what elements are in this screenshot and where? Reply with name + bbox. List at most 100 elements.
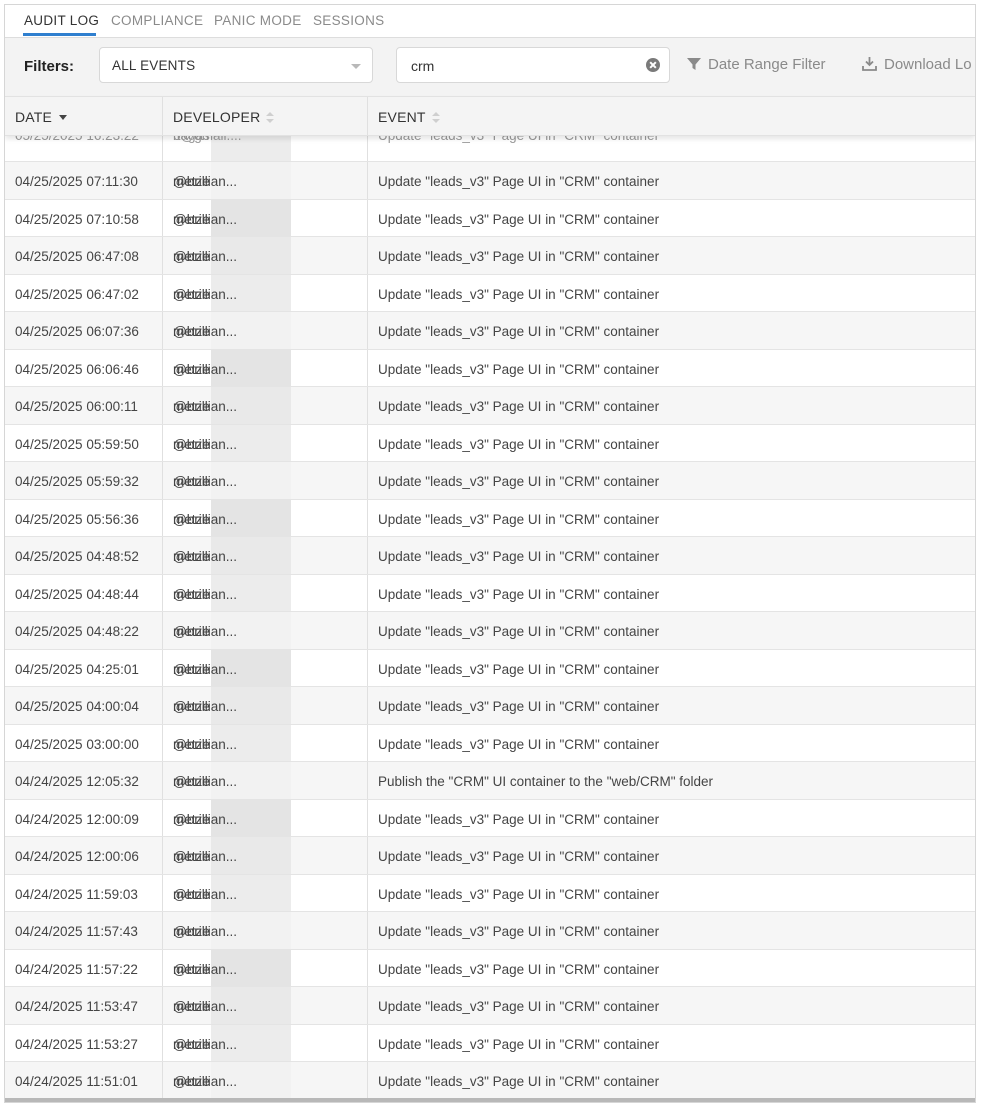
table-row[interactable]: 04/24/2025 11:57:22 metze @brillian... Upda… xyxy=(5,949,975,987)
event-cell: Update "leads_v3" Page UI in "CRM" conta… xyxy=(367,312,975,349)
event-text: Update "leads_v3" Page UI in "CRM" conta… xyxy=(378,286,660,302)
date-text: 04/25/2025 06:47:08 xyxy=(15,249,139,264)
table-row[interactable]: 04/25/2025 06:47:08 metze @brillian... Upda… xyxy=(5,237,975,275)
date-cell: 04/24/2025 11:57:22 xyxy=(5,950,162,987)
table-row[interactable]: 04/25/2025 04:48:44 metze @brillian... Upda… xyxy=(5,574,975,612)
table-body: 05/25/2025 16:23:22bagas.t@gmail....Upda… xyxy=(5,124,975,1100)
table-row[interactable]: 04/24/2025 11:57:43 metze @brillian... Upda… xyxy=(5,912,975,950)
table-row[interactable]: 04/24/2025 11:51:01 metze @brillian... Upda… xyxy=(5,1062,975,1100)
developer-cell: metze @brillian... xyxy=(162,724,367,761)
column-header-developer[interactable]: DEVELOPER xyxy=(162,97,367,135)
table-row[interactable]: 04/25/2025 05:59:32 metze @brillian... Upda… xyxy=(5,462,975,500)
developer-email-suffix: @brillian... xyxy=(173,511,237,527)
developer-cell: metze @brillian... xyxy=(162,462,367,499)
event-cell: Update "leads_v3" Page UI in "CRM" conta… xyxy=(367,349,975,386)
developer-cell: metze @brillian... xyxy=(162,424,367,461)
event-text: Update "leads_v3" Page UI in "CRM" conta… xyxy=(378,1074,660,1089)
table-row[interactable]: 04/25/2025 04:25:01 metze @brillian... Upda… xyxy=(5,649,975,687)
developer-email-suffix: @brillian... xyxy=(173,1074,237,1089)
table-row[interactable]: 04/25/2025 04:48:52 metze @brillian... Upda… xyxy=(5,537,975,575)
date-cell: 04/25/2025 04:48:22 xyxy=(5,612,162,649)
table-row[interactable]: 04/25/2025 04:48:22 metze @brillian... Upda… xyxy=(5,612,975,650)
table-row[interactable]: 04/24/2025 12:00:09 metze @brillian... Upda… xyxy=(5,799,975,837)
date-cell: 04/24/2025 11:53:47 xyxy=(5,987,162,1024)
event-text: Update "leads_v3" Page UI in "CRM" conta… xyxy=(378,361,660,377)
clear-search-icon[interactable] xyxy=(646,58,660,72)
search-input-value: crm xyxy=(411,58,435,74)
sort-icon xyxy=(266,112,275,123)
developer-email-suffix: @brillian... xyxy=(173,399,237,414)
event-text: Update "leads_v3" Page UI in "CRM" conta… xyxy=(378,249,660,264)
event-text: Update "leads_v3" Page UI in "CRM" conta… xyxy=(378,511,660,527)
table-row[interactable]: 04/24/2025 12:00:06 metze @brillian... Upda… xyxy=(5,837,975,875)
event-text: Update "leads_v3" Page UI in "CRM" conta… xyxy=(378,961,660,977)
date-text: 04/25/2025 07:11:30 xyxy=(15,174,138,189)
date-text: 04/25/2025 04:25:01 xyxy=(15,661,139,677)
event-cell: Update "leads_v3" Page UI in "CRM" conta… xyxy=(367,387,975,424)
developer-cell: metze @brillian... xyxy=(162,312,367,349)
download-log-button[interactable]: Download Lo xyxy=(862,56,972,73)
event-cell: Update "leads_v3" Page UI in "CRM" conta… xyxy=(367,612,975,649)
table-row[interactable]: 04/25/2025 06:47:02 metze @brillian... Upda… xyxy=(5,274,975,312)
event-text: Publish the "CRM" UI container to the "w… xyxy=(378,774,714,789)
developer-email-suffix: @brillian... xyxy=(173,586,237,602)
date-text: 04/24/2025 11:59:03 xyxy=(15,886,138,902)
event-text: Update "leads_v3" Page UI in "CRM" conta… xyxy=(378,811,660,827)
event-text: Update "leads_v3" Page UI in "CRM" conta… xyxy=(378,474,660,489)
table-row[interactable]: 04/25/2025 07:10:58 metze @brillian... Upda… xyxy=(5,199,975,237)
event-cell: Update "leads_v3" Page UI in "CRM" conta… xyxy=(367,799,975,836)
event-text: Update "leads_v3" Page UI in "CRM" conta… xyxy=(378,549,660,564)
table-row[interactable]: 04/25/2025 05:56:36 metze @brillian... Upda… xyxy=(5,499,975,537)
developer-email-suffix: @brillian... xyxy=(173,699,237,714)
date-text: 04/24/2025 11:57:22 xyxy=(15,961,138,977)
filter-bar: Filters: ALL EVENTS crm Date Range Filte… xyxy=(5,38,975,97)
date-cell: 04/25/2025 04:00:04 xyxy=(5,687,162,724)
developer-cell: metze @brillian... xyxy=(162,1024,367,1061)
sort-descending-icon xyxy=(59,115,68,120)
tab-sessions[interactable]: SESSIONS xyxy=(313,13,384,28)
event-text: Update "leads_v3" Page UI in "CRM" conta… xyxy=(378,924,660,939)
developer-email-suffix: @brillian... xyxy=(173,549,237,564)
date-text: 04/25/2025 06:00:11 xyxy=(15,399,138,414)
column-header-developer-label: DEVELOPER xyxy=(173,109,261,125)
table-row[interactable]: 04/25/2025 06:06:46 metze @brillian... Upda… xyxy=(5,349,975,387)
event-cell: Update "leads_v3" Page UI in "CRM" conta… xyxy=(367,574,975,611)
event-cell: Update "leads_v3" Page UI in "CRM" conta… xyxy=(367,162,975,199)
column-header-date[interactable]: DATE xyxy=(5,97,162,135)
tab-panic-mode[interactable]: PANIC MODE xyxy=(214,13,302,28)
date-range-filter-button[interactable]: Date Range Filter xyxy=(687,56,826,73)
bottom-scrollbar[interactable] xyxy=(5,1098,975,1102)
date-cell: 04/25/2025 06:47:08 xyxy=(5,237,162,274)
table-row[interactable]: 04/25/2025 07:11:30 metze @brillian... Upda… xyxy=(5,162,975,200)
developer-cell: metze @brillian... xyxy=(162,649,367,686)
event-text: Update "leads_v3" Page UI in "CRM" conta… xyxy=(378,849,660,864)
table-row[interactable]: 04/25/2025 06:07:36 metze @brillian... Upda… xyxy=(5,312,975,350)
table-row[interactable]: 04/25/2025 05:59:50 metze @brillian... Upda… xyxy=(5,424,975,462)
date-text: 04/25/2025 03:00:00 xyxy=(15,736,139,752)
date-cell: 04/24/2025 12:00:06 xyxy=(5,837,162,874)
table-row[interactable]: 04/24/2025 11:53:47 metze @brillian... Upda… xyxy=(5,987,975,1025)
developer-email-suffix: @brillian... xyxy=(173,849,237,864)
event-type-select[interactable]: ALL EVENTS xyxy=(99,47,373,83)
event-cell: Update "leads_v3" Page UI in "CRM" conta… xyxy=(367,462,975,499)
active-tab-indicator xyxy=(23,33,96,36)
table-row[interactable]: 04/24/2025 11:59:03 metze @brillian... Upda… xyxy=(5,874,975,912)
table-row[interactable]: 04/25/2025 03:00:00 metze @brillian... Upda… xyxy=(5,724,975,762)
event-text: Update "leads_v3" Page UI in "CRM" conta… xyxy=(378,886,660,902)
tab-audit-log[interactable]: AUDIT LOG xyxy=(24,13,99,28)
table-row[interactable]: 04/25/2025 04:00:04 metze @brillian... Upda… xyxy=(5,687,975,725)
search-input[interactable]: crm xyxy=(396,47,670,83)
date-text: 04/25/2025 05:59:32 xyxy=(15,474,139,489)
developer-cell: metze @brillian... xyxy=(162,274,367,311)
date-text: 04/25/2025 06:07:36 xyxy=(15,324,139,339)
event-text: Update "leads_v3" Page UI in "CRM" conta… xyxy=(378,624,660,639)
date-text: 04/25/2025 04:48:44 xyxy=(15,586,139,602)
date-cell: 04/24/2025 12:05:32 xyxy=(5,762,162,799)
table-row[interactable]: 04/25/2025 06:00:11 metze @brillian... Upda… xyxy=(5,387,975,425)
table-row[interactable]: 04/24/2025 11:53:27 metze @brillian... Upda… xyxy=(5,1024,975,1062)
column-header-event[interactable]: EVENT xyxy=(367,97,975,135)
event-cell: Update "leads_v3" Page UI in "CRM" conta… xyxy=(367,199,975,236)
table-row[interactable]: 04/24/2025 12:05:32 metze @brillian... Publ… xyxy=(5,762,975,800)
tab-compliance[interactable]: COMPLIANCE xyxy=(111,13,203,28)
event-cell: Update "leads_v3" Page UI in "CRM" conta… xyxy=(367,912,975,949)
